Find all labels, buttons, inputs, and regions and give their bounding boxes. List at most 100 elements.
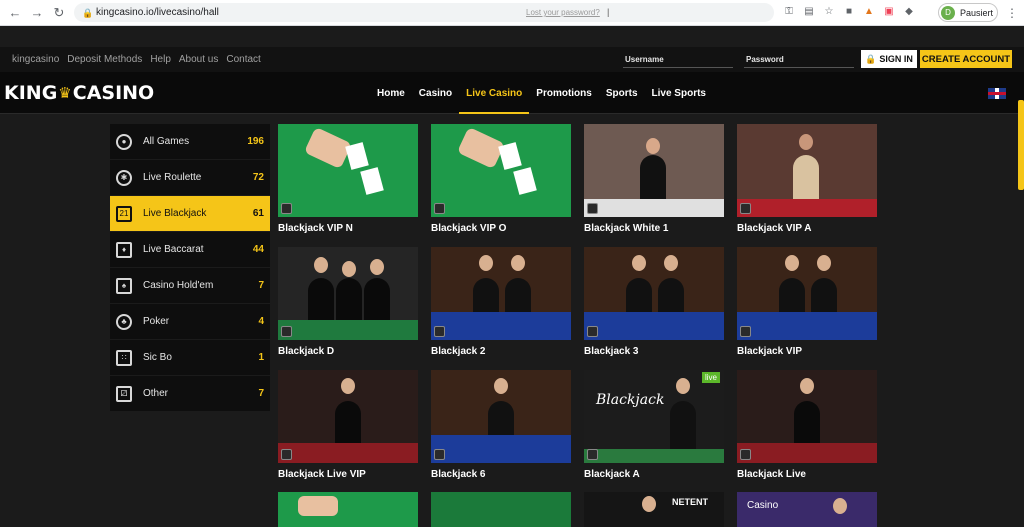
game-card[interactable]: Blackjack VIP N bbox=[278, 124, 418, 234]
game-card[interactable] bbox=[278, 492, 418, 527]
game-thumbnail[interactable] bbox=[737, 124, 877, 217]
page-top-spacer bbox=[0, 26, 1024, 47]
extension-icon[interactable]: ◆ bbox=[902, 5, 916, 19]
username-field[interactable] bbox=[623, 52, 733, 68]
sidebar-item-label: Sic Bo bbox=[143, 352, 172, 363]
sidebar-item-count: 44 bbox=[252, 244, 264, 255]
sidebar-item-label: Casino Hold'em bbox=[143, 280, 214, 291]
nav-sports[interactable]: Sports bbox=[599, 72, 645, 114]
lost-password-link[interactable]: Lost your password? bbox=[526, 8, 600, 17]
game-card[interactable]: Blackjack VIP O bbox=[431, 124, 571, 234]
game-thumbnail[interactable] bbox=[584, 124, 724, 217]
roulette-icon: ✱ bbox=[116, 169, 132, 186]
game-card[interactable]: Blackjack D bbox=[278, 247, 418, 357]
reload-icon[interactable]: ↻ bbox=[52, 5, 66, 20]
toplink-about-us[interactable]: About us bbox=[179, 54, 218, 65]
game-thumbnail[interactable]: NETENT bbox=[584, 492, 724, 527]
game-thumbnail[interactable] bbox=[278, 247, 418, 340]
poker-suits-icon: ♣ bbox=[116, 313, 132, 330]
provider-icon bbox=[434, 326, 445, 337]
game-thumbnail[interactable] bbox=[737, 370, 877, 463]
sidebar-item-other[interactable]: ⚂ Other 7 bbox=[110, 376, 270, 411]
game-card[interactable]: Blackjack Live bbox=[737, 370, 877, 480]
address-bar[interactable]: 🔒 kingcasino.io/livecasino/hall bbox=[74, 3, 774, 22]
toplink-kingcasino[interactable]: kingcasino bbox=[12, 54, 59, 65]
nav-casino[interactable]: Casino bbox=[412, 72, 459, 114]
game-card[interactable]: NETENT bbox=[584, 492, 724, 527]
kebab-menu-icon[interactable]: ⋮ bbox=[1006, 6, 1018, 20]
game-title: Blackjack 2 bbox=[431, 346, 486, 357]
bookmark-star-icon[interactable]: ☆ bbox=[822, 5, 836, 19]
game-card[interactable]: Blackjack 2 bbox=[431, 247, 571, 357]
sidebar-item-live-blackjack[interactable]: 21 Live Blackjack 61 bbox=[110, 196, 270, 231]
back-icon[interactable]: ← bbox=[8, 5, 22, 20]
game-thumbnail[interactable] bbox=[278, 370, 418, 463]
game-card[interactable]: Blackjack White 1 bbox=[584, 124, 724, 234]
crown-icon: ♛ bbox=[58, 84, 72, 102]
game-thumbnail[interactable] bbox=[278, 124, 418, 217]
provider-icon bbox=[587, 449, 598, 460]
metamask-icon[interactable]: ▲ bbox=[862, 5, 876, 19]
sidebar-item-sic-bo[interactable]: ∷ Sic Bo 1 bbox=[110, 340, 270, 375]
extension-icon[interactable]: ■ bbox=[842, 5, 856, 19]
profile-label: Pausiert bbox=[960, 7, 994, 18]
provider-icon bbox=[281, 203, 292, 214]
nav-live-casino[interactable]: Live Casino bbox=[459, 72, 530, 114]
sidebar-item-count: 61 bbox=[252, 208, 264, 219]
game-card[interactable]: Blackjack 6 bbox=[431, 370, 571, 480]
game-title: Blackjack 3 bbox=[584, 346, 639, 357]
password-field[interactable] bbox=[744, 52, 854, 68]
sidebar-item-all-games[interactable]: ● All Games 196 bbox=[110, 124, 270, 159]
game-thumbnail[interactable]: Blackjack live bbox=[584, 370, 724, 463]
browser-toolbar: ← → ↻ 🔒 kingcasino.io/livecasino/hall ⚿ … bbox=[0, 0, 1024, 26]
game-title: Blackjack VIP N bbox=[278, 223, 353, 234]
sidebar-item-poker[interactable]: ♣ Poker 4 bbox=[110, 304, 270, 339]
sign-in-button[interactable]: 🔒 SIGN IN bbox=[861, 50, 917, 68]
key-icon[interactable]: ⚿ bbox=[782, 5, 796, 19]
game-card[interactable]: Blackjack live Blackjack A bbox=[584, 370, 724, 480]
game-thumbnail[interactable] bbox=[278, 492, 418, 527]
sidebar-item-live-baccarat[interactable]: ♦ Live Baccarat 44 bbox=[110, 232, 270, 267]
game-card[interactable] bbox=[431, 492, 571, 527]
pocket-icon[interactable]: ▣ bbox=[882, 5, 896, 19]
forward-icon[interactable]: → bbox=[30, 5, 44, 20]
game-thumbnail[interactable] bbox=[431, 124, 571, 217]
sidebar-item-label: Live Roulette bbox=[143, 172, 202, 183]
scrollbar[interactable] bbox=[1018, 100, 1024, 190]
game-thumbnail[interactable] bbox=[431, 370, 571, 463]
game-card[interactable]: Blackjack Live VIP bbox=[278, 370, 418, 480]
uk-flag-icon[interactable] bbox=[988, 88, 1006, 99]
game-thumbnail[interactable] bbox=[431, 247, 571, 340]
game-card[interactable]: Blackjack 3 bbox=[584, 247, 724, 357]
provider-icon bbox=[281, 449, 292, 460]
game-thumbnail[interactable] bbox=[584, 247, 724, 340]
sidebar-item-live-roulette[interactable]: ✱ Live Roulette 72 bbox=[110, 160, 270, 195]
game-thumbnail[interactable]: Casino bbox=[737, 492, 877, 527]
game-thumbnail[interactable] bbox=[737, 247, 877, 340]
game-card[interactable]: Casino bbox=[737, 492, 877, 527]
logo-right: CASINO bbox=[72, 82, 155, 104]
game-card[interactable]: Blackjack VIP A bbox=[737, 124, 877, 234]
game-title: Blackjack A bbox=[584, 469, 640, 480]
translate-icon[interactable]: ▤ bbox=[802, 5, 816, 19]
sidebar-item-count: 7 bbox=[258, 388, 264, 399]
game-title: Blackjack Live VIP bbox=[278, 469, 366, 480]
sidebar-item-casino-holdem[interactable]: ♠ Casino Hold'em 7 bbox=[110, 268, 270, 303]
create-account-button[interactable]: CREATE ACCOUNT bbox=[920, 50, 1012, 68]
dice-icon: ∷ bbox=[116, 349, 132, 366]
lock-icon: 🔒 bbox=[82, 8, 94, 18]
toplink-deposit-methods[interactable]: Deposit Methods bbox=[67, 54, 142, 65]
logo[interactable]: KING ♛ CASINO bbox=[4, 82, 154, 104]
logo-left: KING bbox=[4, 82, 58, 104]
toplink-contact[interactable]: Contact bbox=[226, 54, 260, 65]
sidebar-item-label: Live Blackjack bbox=[143, 208, 207, 219]
sidebar-item-count: 196 bbox=[247, 136, 264, 147]
casino-label: Casino bbox=[747, 500, 779, 511]
nav-promotions[interactable]: Promotions bbox=[529, 72, 599, 114]
profile-button[interactable]: D Pausiert bbox=[938, 3, 998, 22]
game-thumbnail[interactable] bbox=[431, 492, 571, 527]
nav-home[interactable]: Home bbox=[370, 72, 412, 114]
toplink-help[interactable]: Help bbox=[150, 54, 171, 65]
nav-live-sports[interactable]: Live Sports bbox=[645, 72, 713, 114]
game-card[interactable]: Blackjack VIP bbox=[737, 247, 877, 357]
